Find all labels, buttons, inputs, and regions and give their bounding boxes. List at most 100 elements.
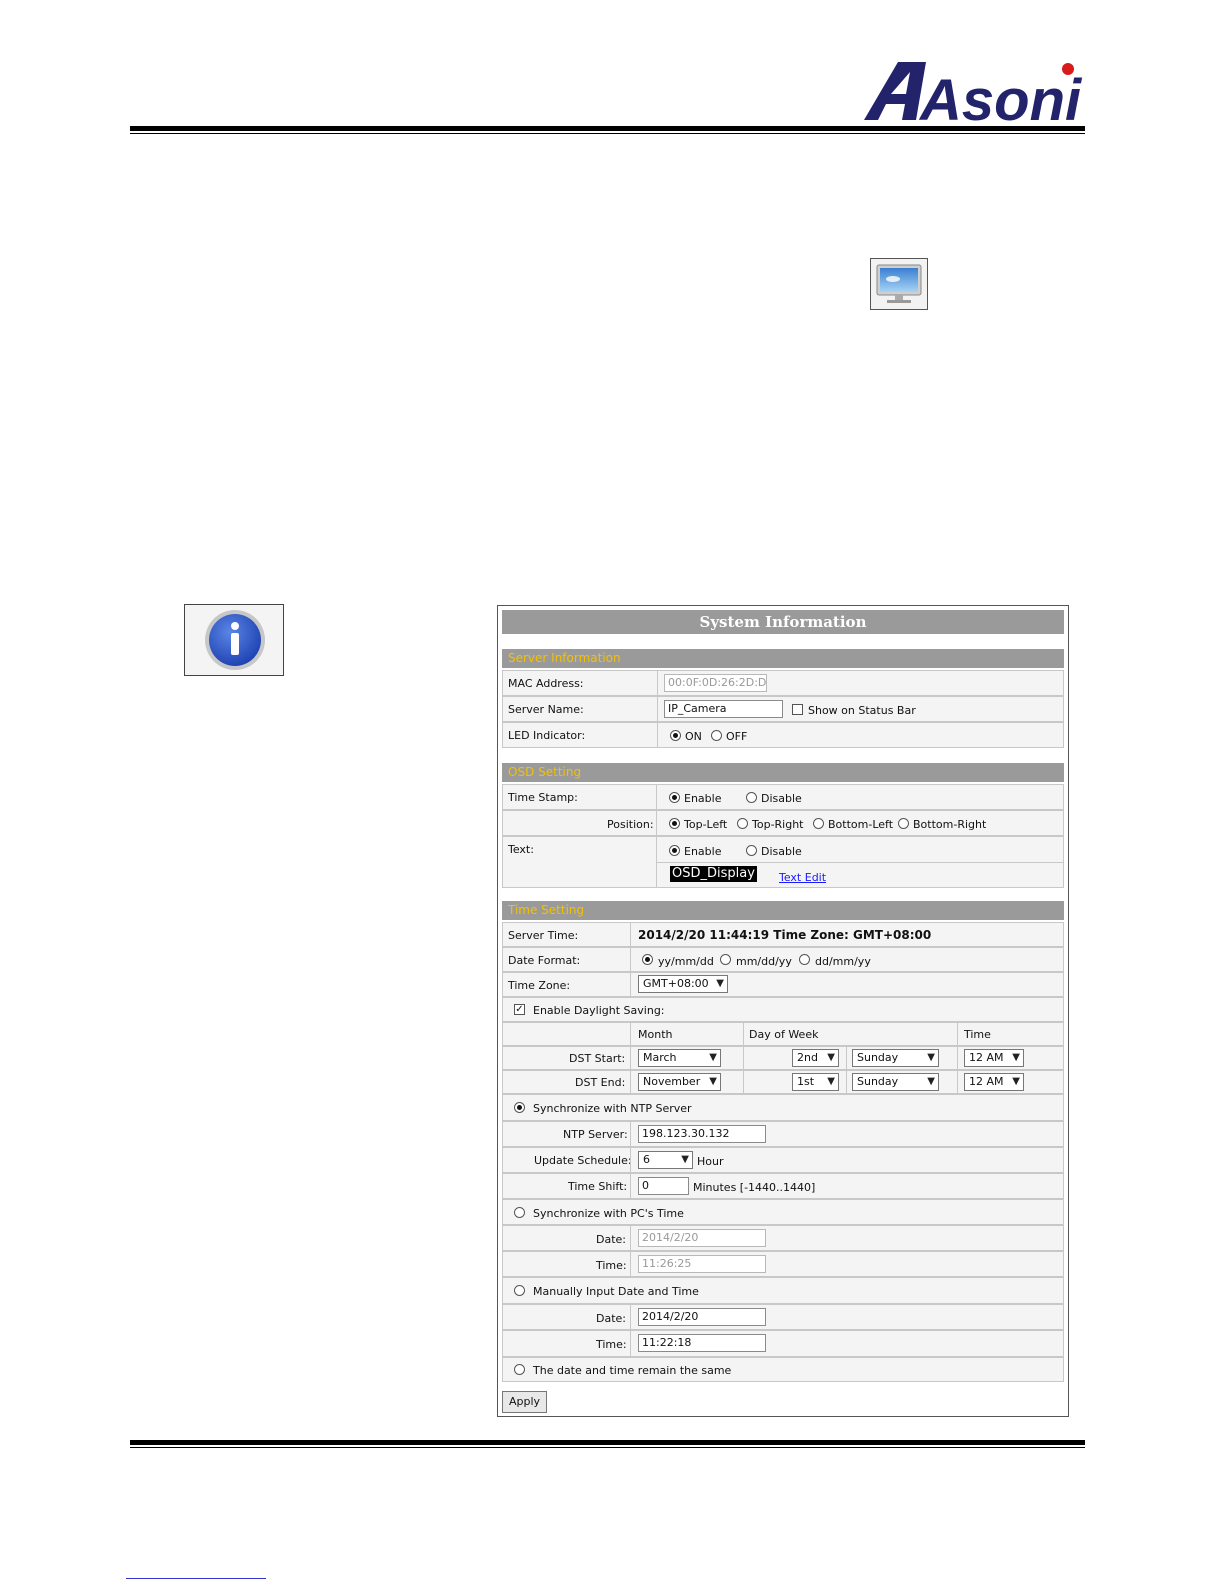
position-top-left-label: Top-Left bbox=[684, 818, 728, 831]
time-zone-label: Time Zone: bbox=[508, 979, 571, 992]
text-enable-radio[interactable] bbox=[669, 845, 680, 856]
dst-end-time-select[interactable]: 12 AM ▼ bbox=[964, 1073, 1024, 1091]
text-edit-link[interactable]: Text Edit bbox=[779, 870, 826, 886]
dst-start-time-select[interactable]: 12 AM ▼ bbox=[964, 1049, 1024, 1067]
daylight-saving-label: Enable Daylight Saving: bbox=[533, 1004, 665, 1017]
manual-time-label: Time: bbox=[596, 1338, 627, 1351]
dst-end-month-value: November bbox=[643, 1075, 701, 1088]
update-schedule-select[interactable]: 6 ▼ bbox=[638, 1151, 693, 1169]
time-zone-value: GMT+08:00 bbox=[643, 977, 709, 990]
row-update-schedule: Update Schedule: 6 ▼ Hour bbox=[502, 1147, 1064, 1173]
footer-link-underline bbox=[126, 1578, 266, 1579]
footer-rule-thin bbox=[130, 1447, 1085, 1448]
dst-end-day-select[interactable]: Sunday ▼ bbox=[852, 1073, 939, 1091]
asoni-logo: Asoni bbox=[864, 62, 1083, 124]
position-bottom-left-label: Bottom-Left bbox=[828, 818, 894, 831]
time-shift-input[interactable]: 0 bbox=[638, 1177, 689, 1195]
update-schedule-label: Update Schedule: bbox=[534, 1154, 632, 1167]
chevron-down-icon: ▼ bbox=[927, 1076, 935, 1087]
chevron-down-icon: ▼ bbox=[709, 1052, 717, 1063]
chevron-down-icon: ▼ bbox=[1012, 1076, 1020, 1087]
position-top-right-label: Top-Right bbox=[752, 818, 804, 831]
format-yymmdd-radio[interactable] bbox=[642, 954, 653, 965]
col-time-header: Time bbox=[964, 1028, 991, 1041]
ntp-sync-label: Synchronize with NTP Server bbox=[533, 1102, 692, 1115]
update-unit-label: Hour bbox=[697, 1155, 724, 1168]
pc-sync-label: Synchronize with PC's Time bbox=[533, 1207, 684, 1220]
manual-time-input[interactable]: 11:22:18 bbox=[638, 1334, 766, 1352]
text-label: Text: bbox=[508, 843, 534, 856]
dst-end-day-value: Sunday bbox=[857, 1075, 899, 1088]
position-bottom-right-label: Bottom-Right bbox=[913, 818, 987, 831]
format-ddmmyy-radio[interactable] bbox=[799, 954, 810, 965]
server-name-input[interactable]: IP_Camera bbox=[664, 700, 783, 718]
led-off-radio[interactable] bbox=[711, 730, 722, 741]
system-information-panel: System Information Server Information MA… bbox=[497, 605, 1069, 1417]
row-pc-date: Date: 2014/2/20 bbox=[502, 1225, 1064, 1251]
server-time-value: 2014/2/20 11:44:19 Time Zone: GMT+08:00 bbox=[638, 928, 932, 942]
row-time-stamp: Time Stamp: Enable Disable bbox=[502, 784, 1064, 810]
position-bottom-right-radio[interactable] bbox=[898, 818, 909, 829]
mac-address-label: MAC Address: bbox=[508, 677, 584, 690]
dst-end-week-select[interactable]: 1st ▼ bbox=[792, 1073, 839, 1091]
dst-end-time-value: 12 AM bbox=[969, 1075, 1004, 1088]
position-bottom-left-radio[interactable] bbox=[813, 818, 824, 829]
manual-date-label: Date: bbox=[596, 1312, 626, 1325]
dst-start-week-select[interactable]: 2nd ▼ bbox=[792, 1049, 839, 1067]
daylight-saving-checkbox[interactable]: ✓ bbox=[514, 1004, 525, 1015]
pc-time-label: Time: bbox=[596, 1259, 627, 1272]
chevron-down-icon: ▼ bbox=[927, 1052, 935, 1063]
pc-date-field: 2014/2/20 bbox=[638, 1229, 766, 1247]
format-yymmdd-label: yy/mm/dd bbox=[658, 955, 714, 968]
section-server-information: Server Information bbox=[502, 649, 1064, 668]
row-server-time: Server Time: 2014/2/20 11:44:19 Time Zon… bbox=[502, 922, 1064, 947]
format-mmddyy-label: mm/dd/yy bbox=[736, 955, 792, 968]
chevron-down-icon: ▼ bbox=[709, 1076, 717, 1087]
ntp-sync-radio[interactable] bbox=[514, 1102, 525, 1113]
led-on-radio[interactable] bbox=[670, 730, 681, 741]
pc-date-label: Date: bbox=[596, 1233, 626, 1246]
row-manual-option: Manually Input Date and Time bbox=[502, 1277, 1064, 1304]
date-format-label: Date Format: bbox=[508, 954, 581, 967]
remain-same-radio[interactable] bbox=[514, 1364, 525, 1375]
time-zone-select[interactable]: GMT+08:00 ▼ bbox=[638, 975, 728, 993]
apply-button[interactable]: Apply bbox=[502, 1391, 548, 1413]
show-status-bar-checkbox[interactable] bbox=[792, 704, 803, 715]
pc-time-field: 11:26:25 bbox=[638, 1255, 766, 1273]
text-disable-radio[interactable] bbox=[746, 845, 757, 856]
header-rule bbox=[130, 126, 1085, 131]
dst-start-month-select[interactable]: March ▼ bbox=[638, 1049, 721, 1067]
manual-date-input[interactable]: 2014/2/20 bbox=[638, 1308, 766, 1326]
row-daylight-saving: ✓ Enable Daylight Saving: bbox=[502, 997, 1064, 1022]
timestamp-enable-radio[interactable] bbox=[669, 792, 680, 803]
led-on-label: ON bbox=[685, 730, 702, 743]
manual-input-radio[interactable] bbox=[514, 1285, 525, 1296]
led-indicator-label: LED Indicator: bbox=[508, 729, 586, 742]
logo-text: Asoni bbox=[918, 68, 1083, 124]
dst-end-week-value: 1st bbox=[797, 1075, 815, 1088]
chevron-down-icon: ▼ bbox=[681, 1154, 689, 1165]
row-led-indicator: LED Indicator: ON OFF bbox=[502, 722, 1064, 748]
pc-sync-radio[interactable] bbox=[514, 1207, 525, 1218]
chevron-down-icon: ▼ bbox=[716, 978, 724, 989]
row-server-name: Server Name: IP_Camera Show on Status Ba… bbox=[502, 696, 1064, 722]
remain-same-label: The date and time remain the same bbox=[533, 1364, 732, 1377]
timestamp-disable-radio[interactable] bbox=[746, 792, 757, 803]
dst-start-month-value: March bbox=[643, 1051, 677, 1064]
dst-end-label: DST End: bbox=[575, 1076, 626, 1089]
ntp-server-input[interactable]: 198.123.30.132 bbox=[638, 1125, 766, 1143]
header-rule-thin bbox=[130, 133, 1085, 134]
dst-start-label: DST Start: bbox=[569, 1052, 626, 1065]
dst-start-day-select[interactable]: Sunday ▼ bbox=[852, 1049, 939, 1067]
led-off-label: OFF bbox=[726, 730, 748, 743]
server-name-label: Server Name: bbox=[508, 703, 584, 716]
server-time-label: Server Time: bbox=[508, 929, 579, 942]
ntp-server-label: NTP Server: bbox=[563, 1128, 628, 1141]
dst-end-month-select[interactable]: November ▼ bbox=[638, 1073, 721, 1091]
show-status-bar-label: Show on Status Bar bbox=[808, 704, 916, 717]
col-day-of-week-header: Day of Week bbox=[749, 1028, 819, 1041]
position-top-left-radio[interactable] bbox=[669, 818, 680, 829]
format-mmddyy-radio[interactable] bbox=[720, 954, 731, 965]
mac-address-field: 00:0F:0D:26:2D:D9 bbox=[664, 674, 767, 692]
position-top-right-radio[interactable] bbox=[737, 818, 748, 829]
